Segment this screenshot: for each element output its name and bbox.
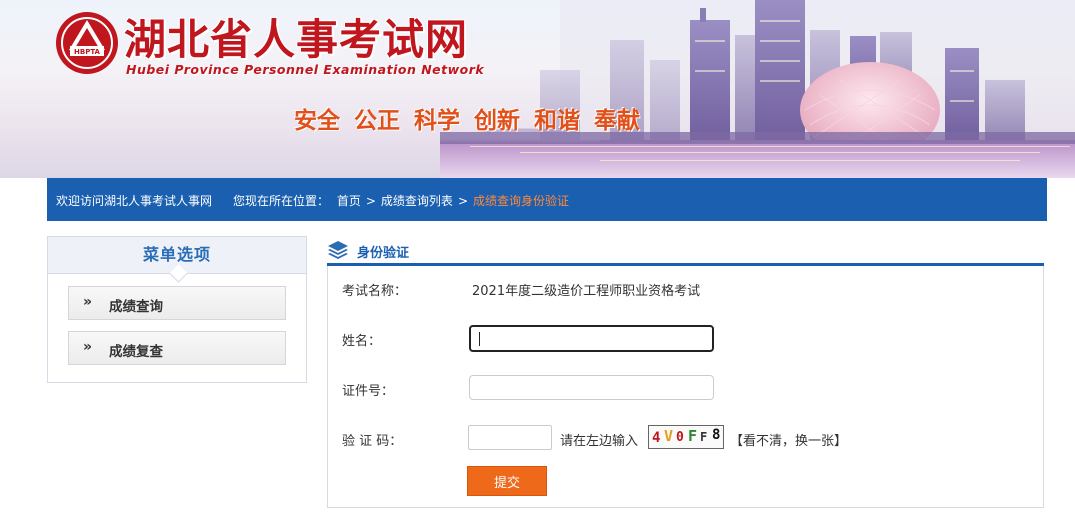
id-number-label: 证件号： xyxy=(342,384,395,399)
captcha-image[interactable]: 4V0FF8 xyxy=(648,425,724,449)
captcha-hint: 请在左边输入 xyxy=(560,434,639,449)
sidebar-item-score-review[interactable]: » 成绩复查 xyxy=(68,331,286,365)
captcha-char: F xyxy=(700,430,708,444)
menu-header: 菜单选项 xyxy=(48,237,306,283)
breadcrumb-separator: > xyxy=(457,194,468,208)
id-number-input[interactable] xyxy=(469,375,714,400)
captcha-char: 0 xyxy=(676,430,684,445)
sidebar-menu: 菜单选项 » 成绩查询 » 成绩复查 xyxy=(47,236,307,383)
captcha-label: 验 证 码： xyxy=(342,434,403,449)
identity-verification-form: 考试名称： 2021年度二级造价工程师职业资格考试 姓名： 证件号： 验 证 码… xyxy=(327,266,1044,508)
hbpta-logo: HBPTA xyxy=(56,12,118,74)
menu-title: 菜单选项 xyxy=(142,245,211,264)
breadcrumb-home-link[interactable]: 首页 xyxy=(337,194,361,208)
refresh-captcha-link[interactable]: 【看不清，换一张】 xyxy=(730,430,847,449)
sidebar-item-label: 成绩复查 xyxy=(109,344,163,360)
sidebar-item-score-query[interactable]: » 成绩查询 xyxy=(68,286,286,320)
breadcrumb-score-list-link[interactable]: 成绩查询列表 xyxy=(381,194,453,208)
breadcrumb-location-label: 您现在所在位置： xyxy=(233,194,330,208)
top-nav-bar: 欢迎访问湖北人事考试人事网 您现在所在位置： 首页 > 成绩查询列表 > 成绩查询身份验… xyxy=(47,178,1047,221)
name-input[interactable] xyxy=(469,325,714,352)
layers-icon xyxy=(328,241,348,259)
double-chevron-right-icon: » xyxy=(83,294,93,310)
captcha-char: F xyxy=(688,427,698,445)
text-cursor xyxy=(479,332,480,346)
exam-name-label: 考试名称： xyxy=(342,284,408,299)
captcha-char: V xyxy=(664,427,674,445)
captcha-char: 4 xyxy=(652,430,661,446)
site-slogan: 安全 公正 科学 创新 和谐 奉献 xyxy=(294,108,641,134)
site-banner: HBPTA 湖北省人事考试网 Hubei Province Personnel … xyxy=(0,0,1075,178)
panel-title: 身份验证 xyxy=(357,246,410,261)
captcha-input[interactable] xyxy=(468,425,552,450)
exam-name-value: 2021年度二级造价工程师职业资格考试 xyxy=(472,284,701,299)
site-subtitle: Hubei Province Personnel Examination Net… xyxy=(126,62,485,77)
breadcrumb-separator: > xyxy=(365,194,376,208)
panel-header: 身份验证 xyxy=(327,236,1044,266)
sidebar-item-label: 成绩查询 xyxy=(109,299,163,315)
breadcrumb-current-page: 成绩查询身份验证 xyxy=(473,194,570,208)
breadcrumb: 您现在所在位置： 首页 > 成绩查询列表 > 成绩查询身份验证 xyxy=(233,192,569,209)
menu-header-notch xyxy=(169,264,188,283)
name-label: 姓名： xyxy=(342,334,382,349)
submit-button[interactable]: 提交 xyxy=(467,466,547,496)
welcome-text: 欢迎访问湖北人事考试人事网 xyxy=(56,194,213,208)
captcha-char: 8 xyxy=(712,427,721,443)
site-title: 湖北省人事考试网 xyxy=(124,15,469,64)
double-chevron-right-icon: » xyxy=(83,339,93,355)
logo-text: HBPTA xyxy=(74,48,101,56)
